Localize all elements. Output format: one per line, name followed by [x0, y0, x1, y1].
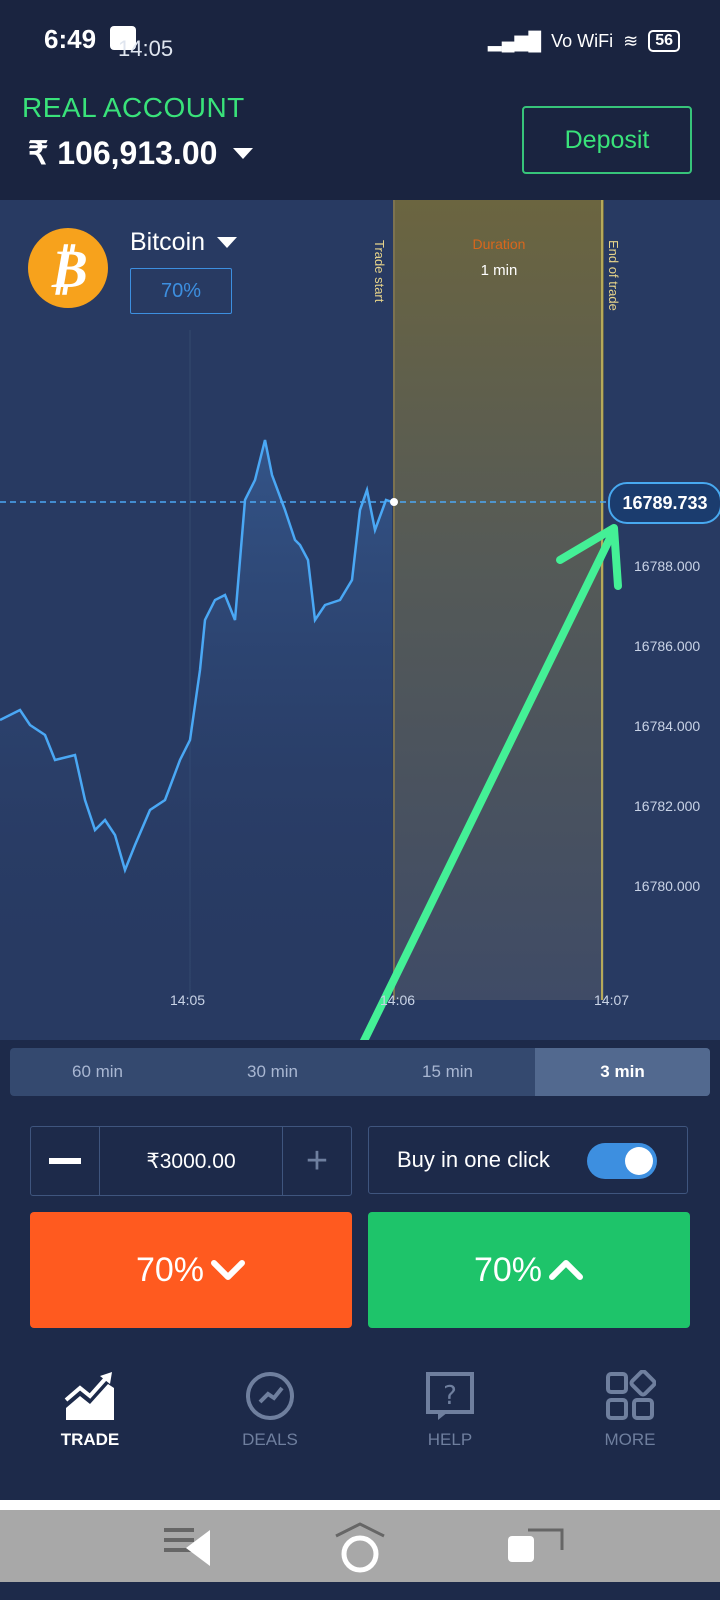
nav-trade[interactable]: TRADE — [0, 1350, 180, 1500]
account-type-label: REAL ACCOUNT — [22, 92, 245, 123]
nav-deals[interactable]: DEALS — [180, 1350, 360, 1500]
chevron-down-icon — [211, 1260, 246, 1280]
wifi-icon: ≋ — [623, 30, 639, 51]
minus-icon — [49, 1158, 81, 1164]
up-payout: 70% — [473, 1250, 543, 1289]
increase-amount-button[interactable]: + — [283, 1127, 351, 1195]
chevron-up-icon — [549, 1260, 584, 1280]
status-bar: 6:49 14:05 ▂▄▆█ Vo WiFi ≋ 56 — [0, 0, 720, 78]
system-nav-svg — [164, 1522, 564, 1573]
account-balance: ₹ 106,913.00 — [28, 135, 218, 171]
amount-input[interactable]: ₹3000.00 — [99, 1127, 283, 1195]
nav-more[interactable]: MORE — [540, 1350, 720, 1500]
down-payout: 70% — [135, 1250, 205, 1289]
chevron-down-icon — [233, 147, 254, 159]
y-tick: 16788.000 — [634, 558, 701, 574]
asset-name-row[interactable]: Bitcoin — [130, 228, 238, 257]
y-tick: 16780.000 — [634, 878, 701, 894]
toggle-knob — [625, 1147, 653, 1175]
deals-icon — [246, 1372, 294, 1420]
tab-60-min[interactable]: 60 min — [10, 1048, 185, 1096]
help-icon: ? — [426, 1372, 474, 1420]
svg-text:?: ? — [443, 1381, 457, 1411]
bottom-nav: TRADE DEALS ? HELP MORE — [0, 1350, 720, 1500]
system-nav-bar — [0, 1510, 720, 1582]
y-tick: 16784.000 — [634, 718, 701, 734]
chevron-down-icon — [217, 237, 238, 248]
bitcoin-icon: ₿ — [28, 228, 108, 308]
one-click-setting: Buy in one click — [368, 1126, 688, 1194]
decrease-amount-button[interactable] — [31, 1127, 99, 1195]
account-balance-selector[interactable]: ₹ 106,913.00 — [28, 134, 254, 172]
trade-up-button[interactable]: 70% — [368, 1212, 690, 1328]
asset-name: Bitcoin — [130, 228, 206, 256]
status-right: ▂▄▆█ Vo WiFi ≋ 56 — [488, 30, 680, 52]
nav-help[interactable]: ? HELP — [360, 1350, 540, 1500]
y-tick: 16786.000 — [634, 638, 701, 654]
nav-label: TRADE — [60, 1430, 120, 1449]
tab-15-min[interactable]: 15 min — [360, 1048, 535, 1096]
status-time: 6:49 — [44, 24, 97, 54]
nav-label: DEALS — [242, 1430, 298, 1449]
trade-down-button[interactable]: 70% — [30, 1212, 352, 1328]
one-click-label: Buy in one click — [397, 1147, 550, 1172]
home-icon — [335, 1522, 385, 1573]
menu-back-icon — [164, 1528, 210, 1566]
asset-payout-badge: 70% — [130, 268, 232, 314]
status-secondary-time: 14:05 — [118, 36, 174, 61]
app-root: 6:49 14:05 ▂▄▆█ Vo WiFi ≋ 56 REAL ACCOUN… — [0, 0, 720, 1600]
price-chart[interactable]: Trade start End of trade Duration 1 min … — [0, 200, 720, 1040]
price-area — [0, 440, 392, 1000]
nav-label: HELP — [427, 1430, 473, 1449]
battery-icon: 56 — [648, 30, 680, 52]
x-tick: 14:07 — [594, 992, 630, 1008]
x-tick: 14:06 — [380, 992, 416, 1008]
nav-label: MORE — [604, 1430, 656, 1449]
x-tick: 14:05 — [170, 992, 206, 1008]
current-price-dot — [390, 498, 398, 506]
timeframe-tabs: 60 min 30 min 15 min 3 min — [10, 1048, 710, 1096]
asset-selector[interactable]: ₿ Bitcoin 70% — [28, 228, 238, 314]
divider — [0, 1500, 720, 1510]
tab-30-min[interactable]: 30 min — [185, 1048, 360, 1096]
carrier-label: Vo WiFi — [551, 30, 614, 51]
current-price-tag: 16789.733 — [608, 482, 720, 524]
plus-icon: + — [305, 1139, 329, 1182]
tab-3-min[interactable]: 3 min — [535, 1048, 710, 1096]
signal-icon: ▂▄▆█ — [487, 30, 542, 51]
trade-chart-icon — [64, 1372, 114, 1420]
more-grid-icon — [606, 1370, 656, 1420]
price-line-svg — [0, 330, 622, 1040]
recents-icon — [508, 1528, 564, 1562]
one-click-toggle[interactable] — [587, 1143, 657, 1179]
account-header: REAL ACCOUNT ₹ 106,913.00 Deposit — [0, 78, 720, 200]
y-tick: 16782.000 — [634, 798, 701, 814]
amount-stepper: ₹3000.00 + — [30, 1126, 352, 1196]
deposit-button[interactable]: Deposit — [522, 106, 692, 174]
